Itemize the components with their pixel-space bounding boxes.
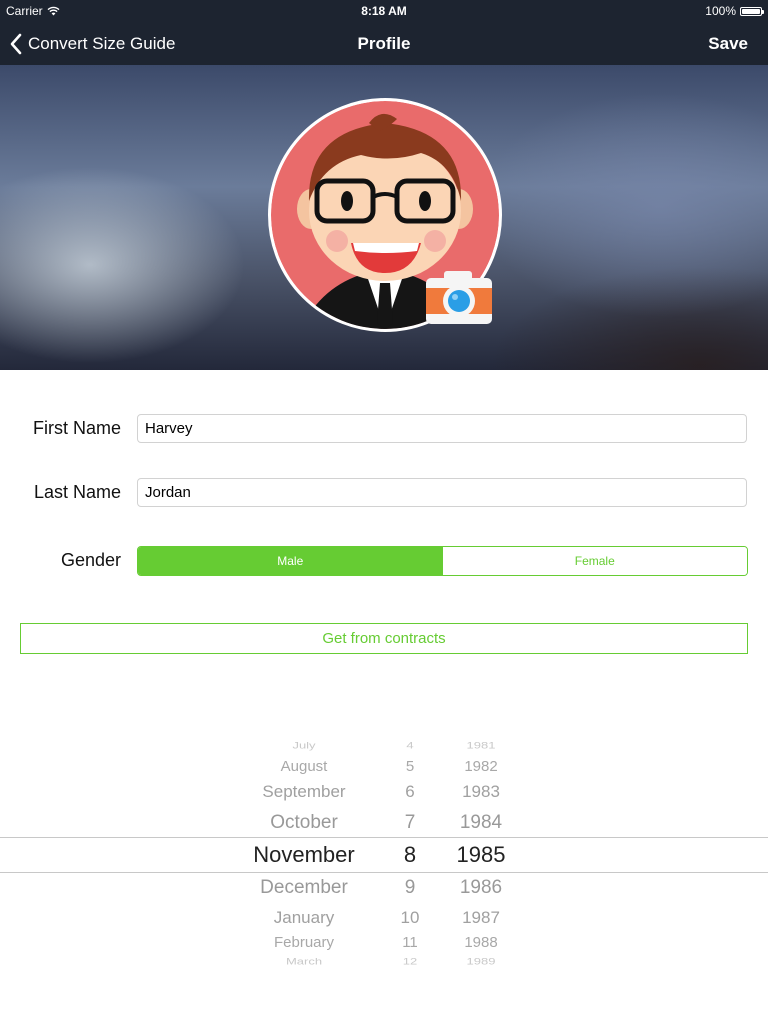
month-wheel[interactable]: July August September October November D… [228, 730, 380, 980]
back-button-label: Convert Size Guide [28, 33, 176, 53]
month-item: February [273, 934, 335, 951]
month-item: March [285, 956, 323, 967]
day-item: 9 [404, 877, 416, 898]
day-item: 7 [404, 812, 416, 833]
clock: 8:18 AM [361, 4, 407, 18]
day-item-selected: 8 [403, 842, 417, 867]
year-item: 1987 [462, 908, 500, 927]
year-item: 1986 [459, 877, 503, 898]
year-item: 1984 [459, 812, 503, 833]
gender-segmented-control: Male Female [137, 546, 748, 576]
day-wheel[interactable]: 4 5 6 7 8 9 10 11 12 [380, 730, 440, 980]
first-name-label: First Name [32, 418, 121, 438]
gender-label: Gender [60, 550, 121, 570]
month-item: September [262, 782, 346, 801]
camera-icon [426, 271, 492, 324]
chevron-left-icon [10, 33, 22, 54]
get-from-contracts-button[interactable]: Get from contracts [20, 623, 748, 654]
change-photo-button[interactable] [424, 268, 494, 326]
day-item: 4 [406, 740, 414, 751]
day-item: 11 [402, 934, 418, 951]
year-item: 1982 [464, 758, 498, 775]
day-item: 10 [400, 908, 420, 927]
navigation-bar: Convert Size Guide Profile Save [0, 22, 768, 65]
status-bar: Carrier 8:18 AM 100% [0, 0, 768, 22]
month-item: December [260, 877, 348, 898]
year-item-selected: 1985 [456, 842, 506, 867]
month-item: July [292, 740, 316, 751]
last-name-label: Last Name [33, 482, 121, 502]
avatar-container [268, 98, 502, 332]
month-item: January [273, 908, 335, 927]
year-wheel[interactable]: 1981 1982 1983 1984 1985 1986 1987 1988 … [440, 730, 522, 980]
day-item: 5 [405, 758, 415, 775]
save-button[interactable]: Save [708, 22, 748, 65]
year-item: 1989 [466, 956, 496, 967]
day-item: 12 [402, 956, 418, 967]
month-item: October [270, 812, 338, 833]
date-picker[interactable]: July August September October November D… [0, 730, 768, 980]
battery-percent: 100% [705, 4, 736, 18]
profile-header [0, 65, 768, 370]
battery-status: 100% [705, 4, 764, 18]
battery-icon [740, 6, 764, 16]
last-name-field[interactable]: Jordan [137, 478, 747, 507]
year-item: 1981 [466, 740, 496, 751]
month-item-selected: November [253, 842, 355, 867]
month-item: August [280, 758, 328, 775]
first-name-field[interactable]: Harvey [137, 414, 747, 443]
gender-option-male[interactable]: Male [138, 547, 443, 575]
year-item: 1988 [464, 934, 498, 951]
day-item: 6 [405, 782, 415, 801]
back-button[interactable]: Convert Size Guide [10, 22, 175, 65]
gender-option-female[interactable]: Female [442, 547, 747, 575]
year-item: 1983 [462, 782, 500, 801]
